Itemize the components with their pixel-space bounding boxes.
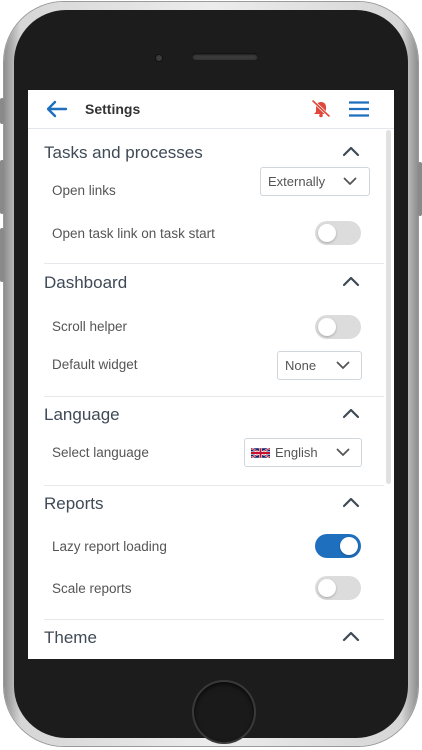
section-divider bbox=[44, 263, 384, 264]
section-divider bbox=[44, 485, 384, 486]
volume-down-button bbox=[0, 228, 4, 282]
section-divider bbox=[44, 619, 384, 620]
power-button bbox=[418, 162, 422, 216]
home-button[interactable] bbox=[194, 682, 254, 742]
open-links-select[interactable]: Externally bbox=[260, 167, 370, 196]
open-task-link-toggle[interactable] bbox=[315, 221, 361, 245]
scale-reports-label: Scale reports bbox=[52, 581, 132, 596]
language-value: English bbox=[275, 445, 318, 460]
scrollbar-thumb[interactable] bbox=[386, 130, 391, 484]
toggle-knob bbox=[318, 224, 336, 242]
open-links-label: Open links bbox=[52, 183, 116, 198]
section-language-header[interactable]: Language bbox=[28, 401, 384, 431]
app-screen: Settings Tasks and processes Open links … bbox=[28, 90, 394, 659]
toggle-knob bbox=[340, 537, 358, 555]
chevron-up-icon[interactable] bbox=[342, 496, 360, 508]
section-title: Dashboard bbox=[44, 273, 128, 292]
volume-up-button bbox=[0, 160, 4, 214]
settings-list: Tasks and processes Open links Externall… bbox=[28, 129, 384, 659]
front-camera bbox=[156, 55, 162, 61]
section-reports-header[interactable]: Reports bbox=[28, 490, 384, 520]
hamburger-menu-icon[interactable] bbox=[348, 100, 370, 118]
select-language-label: Select language bbox=[52, 445, 149, 460]
default-widget-select[interactable]: None bbox=[277, 351, 362, 380]
open-links-value: Externally bbox=[268, 174, 326, 189]
toggle-knob bbox=[318, 579, 336, 597]
chevron-up-icon[interactable] bbox=[342, 275, 360, 287]
chevron-down-icon bbox=[343, 177, 357, 185]
default-widget-label: Default widget bbox=[52, 357, 138, 372]
open-task-link-label: Open task link on task start bbox=[52, 226, 215, 241]
chevron-up-icon[interactable] bbox=[342, 145, 360, 157]
bell-off-icon[interactable] bbox=[311, 98, 331, 118]
scale-reports-toggle[interactable] bbox=[315, 576, 361, 600]
chevron-down-icon bbox=[336, 361, 350, 369]
arrow-left-icon[interactable] bbox=[46, 100, 68, 118]
lazy-report-loading-label: Lazy report loading bbox=[52, 539, 167, 554]
toggle-knob bbox=[318, 318, 336, 336]
section-tasks-header[interactable]: Tasks and processes bbox=[28, 139, 384, 169]
default-widget-value: None bbox=[285, 358, 317, 373]
language-select[interactable]: English bbox=[244, 438, 362, 467]
page-title: Settings bbox=[85, 101, 141, 117]
section-dashboard-header[interactable]: Dashboard bbox=[28, 269, 384, 299]
app-header: Settings bbox=[28, 90, 394, 129]
section-title: Tasks and processes bbox=[44, 143, 203, 162]
section-theme-header[interactable]: Theme bbox=[28, 624, 384, 654]
scroll-helper-toggle[interactable] bbox=[315, 315, 361, 339]
earpiece-speaker bbox=[192, 53, 258, 60]
chevron-down-icon bbox=[336, 448, 350, 456]
lazy-report-loading-toggle[interactable] bbox=[315, 534, 361, 558]
section-divider bbox=[44, 396, 384, 397]
scroll-helper-label: Scroll helper bbox=[52, 319, 128, 334]
chevron-up-icon[interactable] bbox=[342, 630, 360, 642]
section-title: Theme bbox=[44, 628, 97, 647]
section-title: Language bbox=[44, 405, 120, 424]
section-title: Reports bbox=[44, 494, 104, 513]
chevron-up-icon[interactable] bbox=[342, 407, 360, 419]
uk-flag-icon bbox=[251, 447, 270, 459]
mute-switch bbox=[0, 98, 4, 124]
